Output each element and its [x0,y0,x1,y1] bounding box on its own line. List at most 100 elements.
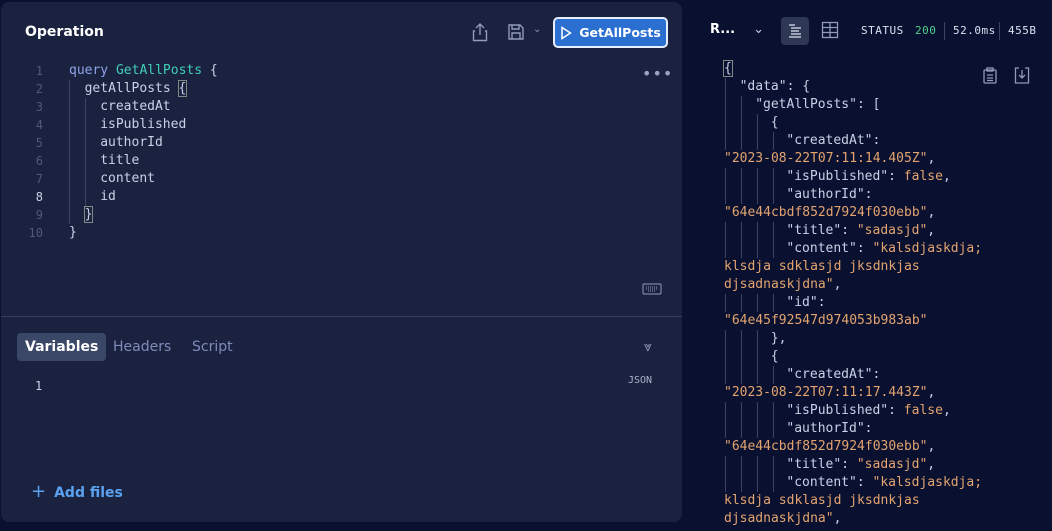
indent-guide [85,134,86,152]
response-view-select[interactable]: R... ⌄ [710,22,764,37]
code-text: isPublished [100,116,186,134]
download-icon[interactable] [1014,67,1030,88]
json-token: : [872,133,881,148]
tab-script[interactable]: Script [184,333,241,361]
status-label: STATUS [861,24,904,37]
play-icon [561,25,573,40]
line-number: 8 [35,190,43,204]
json-token: klsdja sdklasjd jksdnkjas [724,259,920,274]
line-number: 1 [35,379,43,393]
json-token: : [856,475,873,490]
run-label: GetAllPosts [579,25,661,40]
json-token: "sadasjd" [856,457,928,472]
code-token: } [83,206,94,223]
indent-guide [725,78,726,96]
table-icon [821,21,839,39]
json-token: "content" [786,241,857,256]
json-token: "2023-08-22T07:11:14.405Z" [724,151,928,166]
indent-guide [757,366,758,384]
tab-headers[interactable]: Headers [105,333,179,361]
indent-guide [741,474,742,492]
indent-guide [757,168,758,186]
chevron-down-icon[interactable]: ⌄ [533,24,541,35]
indent-guide [69,170,70,188]
json-token: false [903,169,943,184]
json-token: { [723,60,733,77]
indent-guide [757,402,758,420]
code-token: content [100,171,155,186]
json-token: : [872,367,881,382]
json-token: : [864,187,873,202]
json-token: "content" [786,475,857,490]
share-icon[interactable] [472,22,488,46]
indent-guide [741,132,742,150]
line-number: 7 [35,172,43,186]
json-token: : [841,457,857,472]
code-token: isPublished [100,117,187,132]
copy-icon[interactable] [983,67,997,88]
code-text: query GetAllPosts { [69,62,218,80]
collapse-icon[interactable]: ⩔ [644,339,652,355]
json-token: , [942,403,951,418]
json-token: , [833,277,842,292]
json-token: , [833,511,842,526]
indent-guide [85,98,86,116]
indent-guide [725,474,726,492]
indent-guide [741,420,742,438]
chevron-down-icon: ⌄ [753,22,764,37]
response-time: 52.0ms [953,24,996,37]
json-token: { [770,115,779,130]
indent-guide [773,402,774,420]
indent-guide [757,294,758,312]
operation-title: Operation [25,24,104,40]
indent-guide [773,366,774,384]
table-view-button[interactable] [821,21,839,43]
code-text: } [69,224,77,242]
indent-guide [773,186,774,204]
indent-guide [741,114,742,132]
json-token: false [903,403,943,418]
json-token: : [856,241,873,256]
text-view-button[interactable] [781,17,809,45]
json-token: , [927,223,936,238]
indent-guide [757,420,758,438]
code-text: getAllPosts { [85,80,188,98]
keyboard-icon[interactable] [642,280,662,299]
json-token: "sadasjd" [856,223,928,238]
json-token: : [817,295,826,310]
indent-guide [741,240,742,258]
code-text: createdAt [100,98,170,116]
code-token: } [69,225,77,240]
indent-guide [741,366,742,384]
json-token: , [927,205,936,220]
indent-guide [773,222,774,240]
indent-guide [741,456,742,474]
json-token: "getAllPosts" [755,97,857,112]
json-token: : [841,223,857,238]
indent-guide [773,474,774,492]
line-number: 2 [35,82,43,96]
code-token: { [202,63,218,78]
json-token: , [927,385,936,400]
indent-guide [741,294,742,312]
tab-variables[interactable]: Variables [17,333,107,361]
indent-guide [725,96,726,114]
code-text: content [100,170,155,188]
save-icon[interactable] [507,23,525,45]
line-number: 4 [35,118,43,132]
indent-guide [85,188,86,206]
variables-mode: JSON [628,375,653,386]
more-options-icon[interactable]: ••• [642,64,673,83]
indent-guide [725,294,726,312]
add-files-button[interactable]: + Add files [31,481,123,502]
operation-panel: Operation ⌄ GetAllPosts ••• 1 query GetAl… [1,2,682,522]
code-text: id [100,188,116,206]
response-size: 455B [1008,24,1037,37]
json-token: "createdAt" [786,133,873,148]
indent-guide [741,402,742,420]
run-operation-button[interactable]: GetAllPosts [553,17,668,48]
code-text: authorId [100,134,163,152]
json-token: , [927,439,936,454]
indent-guide [741,96,742,114]
add-files-label: Add files [54,485,123,501]
